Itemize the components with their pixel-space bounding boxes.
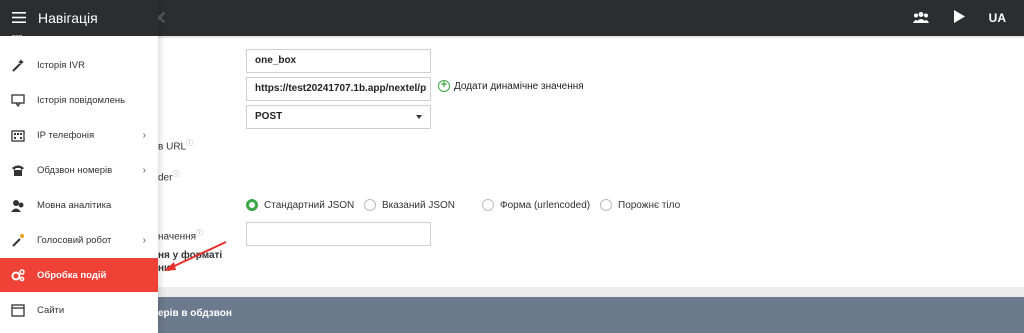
radio-custom-json[interactable]: Вказаний JSON [364,199,455,211]
info-icon: ⓘ [172,171,180,178]
scroll-hint [12,32,22,36]
value-label: наченняⓘ [158,228,203,242]
sidebar-item-sites[interactable]: Сайти [0,293,158,327]
building-icon [11,128,25,142]
url-param-label-text: в URL [158,141,187,153]
method-select[interactable]: POST [246,105,431,129]
sidebar-item-event-processing[interactable]: Обробка подій [0,258,158,292]
chevron-right-icon: › [142,234,146,246]
sidebar-item-label: Історія IVR [37,59,85,71]
radio-unchecked-icon [600,199,612,211]
hamburger-menu-icon[interactable] [12,10,26,26]
sidebar-item-speech-analytics[interactable]: Мовна аналітика [0,188,158,222]
value-label-text: начення [158,231,197,243]
topbar-actions: UA [912,0,1006,36]
info-icon: ⓘ [196,230,204,237]
add-dynamic-value-label: Додати динамічне значення [454,80,584,92]
language-switch[interactable]: UA [989,11,1006,25]
radio-empty-body[interactable]: Порожнє тіло [600,199,680,211]
name-input[interactable]: one_box [246,49,431,73]
navigation-header: Навігація [0,0,158,36]
header-label-text: der [158,172,173,184]
value-input[interactable] [246,222,431,246]
users-icon [11,198,25,212]
json-format-label-line1: ня у форматі [158,250,222,261]
sidebar-item-label: Історія повідомлень [37,94,126,106]
message-icon [11,93,25,107]
radio-unchecked-icon [364,199,376,211]
sidebar-item-label: Обдзвон номерів [37,164,113,176]
section-header-title: ерів в обдзвон [158,308,232,319]
sidebar-item-ivr-history[interactable]: Історія IVR [0,48,158,82]
gears-icon [11,268,25,282]
body-type-radio-group: Стандартний JSON Вказаний JSON Форма (ur… [246,199,696,213]
info-icon: ⓘ [186,140,194,147]
chevron-right-icon: › [142,164,146,176]
window-icon [11,303,25,317]
radio-unchecked-icon [482,199,494,211]
sidebar-item-label: IP телефонія [37,129,95,141]
users-icon[interactable] [912,11,929,26]
magic-wand-icon [11,58,25,72]
sidebar-item-label: Сайти [37,304,65,316]
url-input[interactable]: https://test20241707.1b.app/nextel/p [246,77,431,101]
phone-icon [11,163,25,177]
radio-standard-json[interactable]: Стандартний JSON [246,199,354,211]
json-format-label-line2: ни [158,263,170,274]
radio-label: Стандартний JSON [264,199,355,211]
sidebar-item-label: Мовна аналітика [37,199,112,211]
add-dynamic-value-button[interactable]: + Додати динамічне значення [438,80,584,92]
navigation-drawer: Навігація Історія IVR Історія повідомлен… [0,0,158,333]
header-label: derⓘ [158,169,179,183]
plus-circle-icon: + [438,80,450,92]
sidebar-item-label: Голосовий робот [37,234,112,246]
json-format-label-text: ня у форматі [158,250,223,261]
navigation-title: Навігація [38,10,98,26]
radio-label: Порожнє тіло [618,199,681,211]
radio-label: Форма (urlencoded) [500,199,591,211]
sidebar-item-label: Обробка подій [37,269,107,281]
radio-form-urlencoded[interactable]: Форма (urlencoded) [482,199,590,211]
json-format-label-text-2: ни [158,263,171,274]
chevron-right-icon: › [142,129,146,141]
sidebar-item-ip-telephony[interactable]: IP телефонія › [0,118,158,152]
play-icon[interactable] [953,10,965,26]
chevron-down-icon [416,115,422,119]
radio-label: Вказаний JSON [382,199,456,211]
sidebar-item-number-dialing[interactable]: Обдзвон номерів › [0,153,158,187]
wand-icon [11,233,25,247]
method-select-value: POST [255,111,283,122]
sidebar-item-message-history[interactable]: Історія повідомлень [0,83,158,117]
url-param-label: в URLⓘ [158,138,193,152]
radio-checked-icon [246,199,258,211]
sidebar-item-voice-robot[interactable]: Голосовий робот › [0,223,158,257]
